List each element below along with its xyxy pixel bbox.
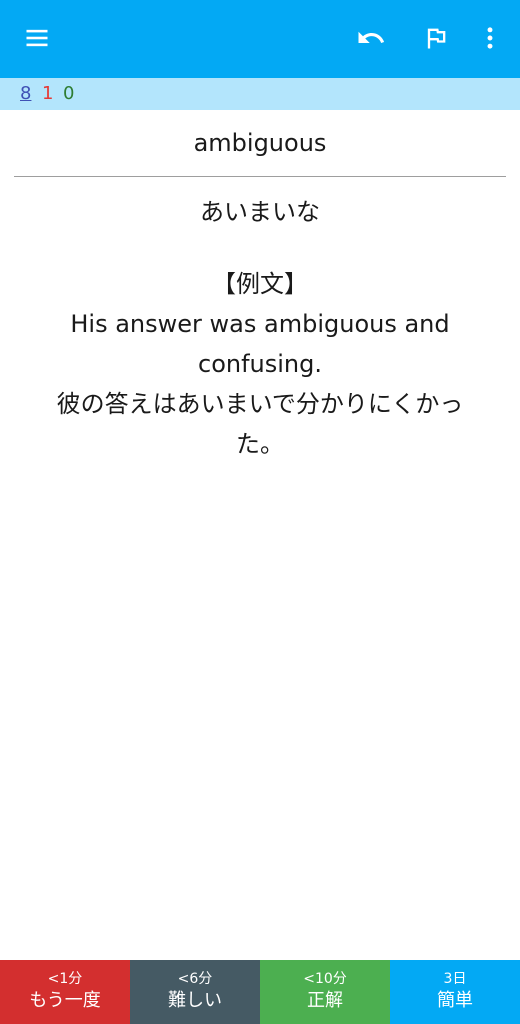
example-english-line-2: confusing. bbox=[198, 350, 322, 378]
app-toolbar bbox=[0, 0, 520, 78]
again-label: もう一度 bbox=[29, 990, 101, 1011]
again-interval: <1分 bbox=[47, 971, 83, 987]
more-vert-icon bbox=[487, 27, 493, 49]
hard-button[interactable]: <6分 難しい bbox=[130, 960, 260, 1024]
flag-icon bbox=[427, 28, 446, 49]
card-front-word: ambiguous bbox=[193, 129, 327, 157]
menu-button[interactable] bbox=[13, 14, 61, 62]
card-counts-bar: 8 1 0 bbox=[0, 78, 520, 110]
card-meaning: あいまいな bbox=[200, 198, 320, 226]
answer-buttons: <1分 もう一度 <6分 難しい <10分 正解 3日 簡単 bbox=[0, 960, 520, 1024]
again-button[interactable]: <1分 もう一度 bbox=[0, 960, 130, 1024]
answer-divider bbox=[14, 176, 506, 177]
good-label: 正解 bbox=[307, 990, 343, 1011]
example-heading: 【例文】 bbox=[212, 270, 308, 298]
example-japanese-line-1: 彼の答えはあいまいで分かりにくかっ bbox=[56, 390, 464, 418]
easy-label: 簡単 bbox=[437, 990, 473, 1011]
hard-interval: <6分 bbox=[177, 971, 213, 987]
easy-interval: 3日 bbox=[443, 971, 467, 987]
easy-button[interactable]: 3日 簡単 bbox=[390, 960, 520, 1024]
more-options-button[interactable] bbox=[466, 14, 514, 62]
learning-count: 1 bbox=[42, 83, 54, 104]
example-japanese-line-2: た。 bbox=[236, 430, 284, 458]
good-button[interactable]: <10分 正解 bbox=[260, 960, 390, 1024]
example-english-line-1: His answer was ambiguous and bbox=[70, 310, 450, 338]
reviewer-screen: 8 1 0 ambiguous あいまいな 【例文】 His answer wa… bbox=[0, 0, 520, 1024]
undo-icon bbox=[358, 31, 385, 43]
review-count: 0 bbox=[63, 83, 75, 104]
undo-button[interactable] bbox=[347, 14, 395, 62]
card-back: あいまいな 【例文】 His answer was ambiguous and … bbox=[30, 192, 490, 464]
flashcard[interactable]: ambiguous あいまいな 【例文】 His answer was ambi… bbox=[0, 110, 520, 960]
menu-icon bbox=[26, 29, 48, 47]
hard-label: 難しい bbox=[168, 990, 222, 1011]
new-count[interactable]: 8 bbox=[20, 78, 31, 110]
good-interval: <10分 bbox=[303, 971, 347, 987]
flag-button[interactable] bbox=[412, 14, 460, 62]
